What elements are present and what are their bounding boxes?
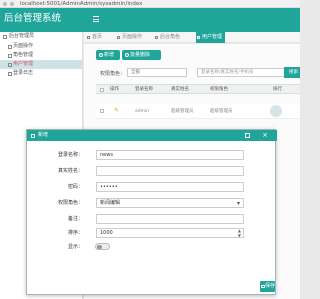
sidebar-item-label: 页面操作 [13, 43, 34, 49]
page-icon [8, 71, 12, 76]
app-header: 后台管理系统 [0, 8, 300, 32]
dialog-title-bar: 新增 × [27, 130, 277, 141]
form-icon [31, 133, 35, 138]
tab-label: 用户管理 [202, 34, 223, 40]
close-icon[interactable]: × [259, 130, 271, 141]
sort-label: 排序： [67, 230, 83, 236]
col-real-name: 真实姓名 [171, 87, 189, 92]
display-label: 显示： [67, 244, 83, 250]
tab-pages[interactable]: 页面操作 [116, 32, 142, 43]
sidebar-item-label: 角色管理 [13, 52, 34, 58]
sidebar-item-label: 登录日志 [13, 70, 34, 76]
display-toggle[interactable] [95, 243, 110, 250]
sort-value: 1000 [100, 230, 113, 236]
url-text[interactable]: localhost:5001/AdminAdmin/sysadmin/index [20, 0, 142, 8]
save-icon [261, 284, 265, 288]
tab-roles[interactable]: 后台角色 [154, 32, 180, 43]
add-user-dialog: 新增 × 登录名称： news 真实姓名： 密码： •••••• 权限角色： 新… [26, 129, 277, 295]
save-button[interactable]: 保存 [260, 281, 275, 292]
refresh-icon[interactable] [10, 2, 14, 6]
role-filter-label: 权限角色： [100, 71, 126, 77]
cell-real-name: 超级管理员 [171, 109, 194, 114]
cell-login: admin [135, 109, 150, 114]
search-input[interactable]: 登录名称/真实姓名/手机号 [197, 68, 287, 77]
real-name-input[interactable] [96, 166, 244, 176]
page-icon [197, 36, 200, 39]
add-button[interactable]: 新增 [96, 50, 120, 60]
col-login: 登录名称 [135, 87, 153, 92]
toggle-knob [97, 244, 102, 250]
password-input[interactable]: •••••• [96, 182, 244, 192]
tab-users[interactable]: 用户管理 [196, 32, 226, 43]
login-input[interactable]: news [96, 150, 244, 160]
col-rank: 排行 [273, 87, 282, 92]
tab-bar: 首页 页面操作 后台角色 用户管理 [84, 32, 300, 43]
sidebar-item-pages[interactable]: 页面操作 [0, 42, 83, 51]
col-actions: 操作 [110, 87, 119, 92]
maximize-icon[interactable] [245, 133, 250, 138]
sidebar-group-label: 后台管理员 [9, 33, 35, 39]
search-button[interactable]: 搜索 [284, 67, 300, 78]
table-header: 操作 登录名称 真实姓名 权限角色 排行 [96, 84, 300, 94]
browser-address-bar: localhost:5001/AdminAdmin/sysadmin/index [0, 0, 300, 8]
page-icon [8, 53, 12, 58]
tab-home[interactable]: 首页 [86, 32, 102, 43]
table-row: ✎ admin 超级管理员 超级管理员 [96, 104, 300, 119]
page-icon [8, 62, 12, 67]
real-name-label: 真实姓名： [57, 168, 83, 174]
role-filter-select[interactable]: 全部 [127, 68, 187, 77]
sidebar-item-users[interactable]: 用户管理 [0, 60, 83, 69]
note-label: 备注： [67, 216, 83, 222]
menu-toggle-icon[interactable] [93, 16, 99, 22]
select-all-checkbox[interactable] [100, 88, 104, 92]
dialog-title: 新增 [38, 132, 49, 138]
password-label: 密码： [67, 184, 83, 190]
back-icon[interactable] [3, 2, 7, 6]
cell-role: 超级管理员 [210, 109, 233, 114]
sidebar-group-admin[interactable]: 后台管理员 [0, 32, 83, 42]
app-title: 后台管理系统 [4, 13, 62, 24]
note-input[interactable] [96, 214, 244, 224]
batch-delete-label: 批量删除 [130, 52, 151, 58]
page-icon [117, 36, 120, 39]
sidebar-item-label: 用户管理 [13, 61, 34, 67]
row-checkbox[interactable] [100, 109, 104, 113]
tab-label: 后台角色 [160, 34, 181, 40]
batch-delete-button[interactable]: 批量删除 [122, 50, 161, 60]
page-icon [8, 44, 12, 49]
save-button-label: 保存 [265, 283, 276, 289]
login-label: 登录名称： [57, 152, 83, 158]
role-label: 权限角色： [57, 200, 83, 206]
role-select-value: 新闻编辑 [100, 200, 121, 206]
role-select[interactable]: 新闻编辑 [96, 198, 244, 208]
avatar [270, 105, 282, 117]
edit-icon[interactable]: ✎ [114, 107, 119, 114]
sidebar-item-login-log[interactable]: 登录日志 [0, 69, 83, 78]
sort-input[interactable]: 1000 ▲ ▼ [96, 228, 244, 238]
plus-icon [99, 53, 103, 57]
home-icon [87, 36, 90, 39]
trash-icon [125, 53, 129, 57]
add-button-label: 新增 [104, 52, 115, 58]
tab-label: 页面操作 [122, 34, 143, 40]
sidebar-item-roles[interactable]: 角色管理 [0, 51, 83, 60]
page-icon [155, 36, 158, 39]
col-role: 权限角色 [210, 87, 228, 92]
folder-icon [3, 35, 7, 39]
stepper-icon[interactable]: ▲ ▼ [238, 228, 241, 238]
tab-label: 首页 [92, 34, 103, 40]
